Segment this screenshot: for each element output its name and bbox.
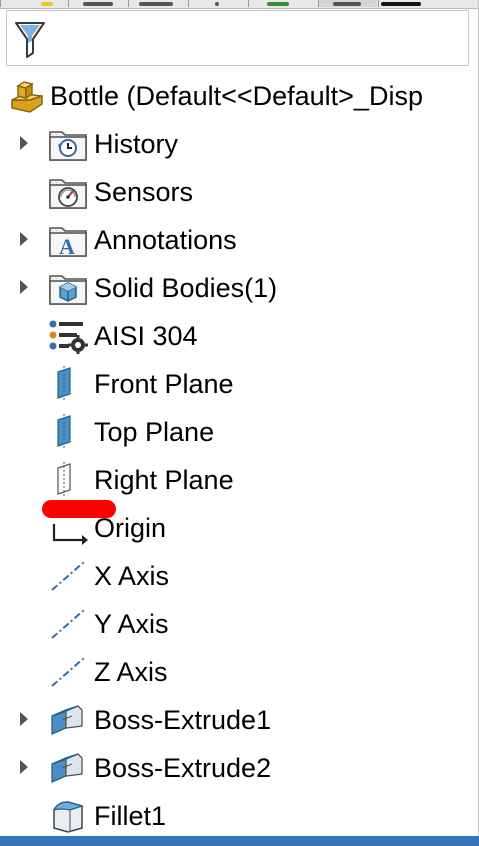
material-icon [48,318,88,355]
sensors-folder-icon [48,174,88,210]
tree-item-label: Sensors [94,177,194,207]
tree-item-boss-extrude2[interactable]: Boss-Extrude2 [0,746,479,790]
tab-displaymanager[interactable] [248,0,307,7]
tree-item-label: Annotations [94,225,237,255]
boss-extrude-icon [48,750,88,786]
tree-item-label: Boss-Extrude2 [94,753,272,783]
tab-extra[interactable] [378,0,439,7]
fillet-icon [48,798,88,834]
tree-item-label: Z Axis [94,657,168,687]
tab-cam[interactable] [318,0,377,7]
tree-item-solid-bodies-1[interactable]: Solid Bodies(1) [0,266,479,310]
tree-item-label: Y Axis [94,609,169,639]
axis-icon [48,654,88,690]
tree-item-top-plane[interactable]: Top Plane [0,410,479,454]
plane-icon [48,414,88,450]
tree-item-label: Right Plane [94,465,234,495]
tree-item-label: History [94,129,179,159]
expand-arrow-icon[interactable] [20,280,28,294]
tree-item-x-axis[interactable]: X Axis [0,554,479,598]
tab-configurationmanager[interactable] [128,0,187,7]
axis-icon [48,606,88,642]
plane-hidden-icon [48,462,88,498]
plane-icon [48,366,88,402]
expand-arrow-icon[interactable] [20,136,28,150]
tree-item-label: Top Plane [94,417,215,447]
tab-dimxpertmanager[interactable] [188,0,247,7]
tree-root-part[interactable]: Bottle (Default<<Default>_Disp [0,74,479,118]
tree-item-label: AISI 304 [94,321,198,351]
filter-icon[interactable] [13,19,47,59]
tree-item-label: X Axis [94,561,170,591]
tree-item-history[interactable]: History [0,122,479,166]
tree-item-label: Boss-Extrude1 [94,705,272,735]
tree-item-aisi-304[interactable]: AISI 304 [0,314,479,358]
tab-propertymanager[interactable] [68,0,127,7]
tree-item-label: Fillet1 [94,801,167,831]
expand-arrow-icon[interactable] [20,232,28,246]
tree-item-label: Front Plane [94,369,234,399]
tree-item-y-axis[interactable]: Y Axis [0,602,479,646]
part-name-label: Bottle (Default<<Default>_Disp [50,81,423,111]
tree-item-z-axis[interactable]: Z Axis [0,650,479,694]
history-folder-icon [48,126,88,162]
svg-text:A: A [59,234,75,258]
red-highlight-mark [42,500,116,518]
manager-tab-strip [0,0,479,9]
part-icon [8,78,46,114]
tab-featuremanager[interactable] [0,0,59,7]
tree-item-sensors[interactable]: Sensors [0,170,479,214]
annotations-folder-icon: A [48,222,88,259]
boss-extrude-icon [48,702,88,738]
tree-item-right-plane[interactable]: Right Plane [0,458,479,502]
tree-item-front-plane[interactable]: Front Plane [0,362,479,406]
expand-arrow-icon[interactable] [20,760,28,774]
tree-item-fillet1[interactable]: Fillet1 [0,794,479,838]
tree-item-label: Solid Bodies(1) [94,273,278,303]
axis-icon [48,558,88,594]
bottom-bar [0,836,479,846]
solid-bodies-folder-icon [48,270,88,306]
tree-item-annotations[interactable]: A Annotations [0,218,479,262]
filter-bar [6,10,469,66]
tree-item-boss-extrude1[interactable]: Boss-Extrude1 [0,698,479,742]
expand-arrow-icon[interactable] [20,712,28,726]
